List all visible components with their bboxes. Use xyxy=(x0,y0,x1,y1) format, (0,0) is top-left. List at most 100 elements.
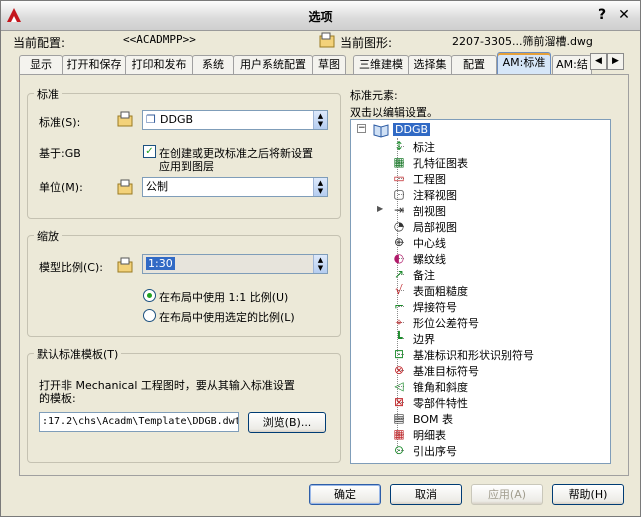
tree-item-label: 螺纹线 xyxy=(413,253,446,266)
scale-folder-icon xyxy=(117,257,133,273)
taper-slope-icon: ◁ xyxy=(394,379,404,393)
standard-elements-tree[interactable]: − DDGB ↕ 标注 ▦ 孔特征图表 ▭ 工程图 ▢ 注释视图 ▶ ⇥ 剖视图 ◔ 局部视图 ⊕ 中心线 ◐… xyxy=(350,119,611,464)
tab-display[interactable]: 显示 xyxy=(19,55,63,75)
cancel-button[interactable]: 取消 xyxy=(390,484,462,505)
tree-item-label: 引出序号 xyxy=(413,445,457,458)
help-icon[interactable]: ? xyxy=(594,7,610,23)
options-dialog: 选项 ? ✕ 当前配置: <<ACADMPP>> 当前图形: 2207-3305… xyxy=(0,0,641,517)
note-icon: ↗ xyxy=(393,267,405,281)
standard-select-value: DDGB xyxy=(160,113,194,126)
tree-item-label: 备注 xyxy=(413,269,435,282)
datum-target-icon: ⊗ xyxy=(393,363,405,377)
apply-to-layers-label-2: 应用到图层 xyxy=(159,160,214,173)
model-scale-spin[interactable]: ▲ ▼ xyxy=(313,255,327,273)
standard-select-spin[interactable]: ▲ ▼ xyxy=(313,111,327,129)
profile-label: 当前配置: xyxy=(13,36,66,50)
tree-item-label: 局部视图 xyxy=(413,221,457,234)
tab-drafting[interactable]: 草图 xyxy=(312,55,346,75)
tree-item-label: 孔特征图表 xyxy=(413,157,468,170)
bom-icon: ▤ xyxy=(393,411,405,425)
template-desc-1: 打开非 Mechanical 工程图时，要从其输入标准设置 xyxy=(39,379,295,392)
radio-layout-selected-label: 在布局中使用选定的比例(L) xyxy=(159,311,295,324)
tree-item-label: 零部件特性 xyxy=(413,397,468,410)
close-icon[interactable]: ✕ xyxy=(616,7,632,23)
tab-profiles[interactable]: 配置 xyxy=(451,55,497,75)
tab-am-standards[interactable]: AM:标准 xyxy=(497,52,551,75)
model-scale-select[interactable]: 1:30 ▲ ▼ xyxy=(142,254,328,274)
tree-root-label: DDGB xyxy=(393,123,431,136)
drawing-label: 当前图形: xyxy=(340,36,393,50)
tree-item-label: 焊接符号 xyxy=(413,301,457,314)
tree-item-label: 边界 xyxy=(413,333,435,346)
part-property-icon: ⊠ xyxy=(393,395,405,409)
collapse-icon[interactable]: − xyxy=(357,124,366,133)
tab-selection[interactable]: 选择集 xyxy=(408,55,452,75)
template-group: 默认标准模板(T) xyxy=(27,346,341,463)
drawing-value: 2207-3305...筛前溜槽.dwg xyxy=(452,35,593,48)
apply-button[interactable]: 应用(A) xyxy=(471,484,543,505)
radio-layout-1to1-label: 在布局中使用 1:1 比例(U) xyxy=(159,291,289,304)
parts-list-icon: ▦ xyxy=(393,427,405,441)
thread-icon: ◐ xyxy=(393,251,405,265)
dimension-icon: ↕ xyxy=(393,139,405,153)
border-icon: ┗ xyxy=(395,331,403,345)
tree-item-label: 表面粗糙度 xyxy=(413,285,468,298)
model-scale-label: 模型比例(C): xyxy=(39,261,103,274)
apply-to-layers-checkbox[interactable]: ✓ xyxy=(143,145,156,158)
profile-value: <<ACADMPP>> xyxy=(123,33,196,46)
title-bar[interactable]: 选项 ? ✕ xyxy=(1,1,640,31)
weld-symbol-icon: ⌐ xyxy=(393,299,405,313)
ok-button[interactable]: 确定 xyxy=(309,484,381,505)
radio-layout-selected[interactable] xyxy=(143,309,156,322)
model-scale-value: 1:30 xyxy=(146,257,175,270)
help-button[interactable]: 帮助(H) xyxy=(552,484,624,505)
tab-scroll-left-icon[interactable]: ◀ xyxy=(590,53,607,70)
tab-plot-publish[interactable]: 打印和发布 xyxy=(125,55,193,75)
radio-layout-1to1[interactable] xyxy=(143,289,156,302)
tree-item-label: BOM 表 xyxy=(413,413,453,426)
standards-book-icon xyxy=(373,124,389,138)
tab-3d-modeling[interactable]: 三维建模 xyxy=(353,55,409,75)
surface-texture-icon: √ xyxy=(395,283,403,297)
tree-item-label: 剖视图 xyxy=(413,205,446,218)
detail-view-icon: ◔ xyxy=(393,219,405,233)
tree-item-label: 基准目标符号 xyxy=(413,365,479,378)
tree-item-label: 基准标识和形状识别符号 xyxy=(413,349,534,362)
tree-item-label: 工程图 xyxy=(413,173,446,186)
standard-elements-label: 标准元素: xyxy=(350,89,398,102)
tab-open-save[interactable]: 打开和保存 xyxy=(62,55,126,75)
standard-group-title: 标准 xyxy=(34,86,62,102)
template-path-input[interactable]: :17.2\chs\Acadm\Template\DDGB.dwt xyxy=(39,412,239,432)
unit-folder-icon xyxy=(117,179,133,195)
hole-chart-icon: ▦ xyxy=(393,155,405,169)
tab-system[interactable]: 系统 xyxy=(192,55,234,75)
expand-icon[interactable]: ▶ xyxy=(377,204,383,213)
drawing-file-icon xyxy=(319,32,335,48)
tab-user-preferences[interactable]: 用户系统配置 xyxy=(233,55,313,75)
tab-scroll-right-icon[interactable]: ▶ xyxy=(607,53,624,70)
drawing-view-icon: ▭ xyxy=(393,171,405,185)
tree-item-label: 注释视图 xyxy=(413,189,457,202)
book-icon: ❒ xyxy=(146,113,156,126)
unit-select-value: 公制 xyxy=(146,180,168,193)
based-on-label: 基于:GB xyxy=(39,147,81,160)
tab-strip: 显示 打开和保存 打印和发布 系统 用户系统配置 草图 三维建模 选择集 配置 … xyxy=(19,52,629,75)
browse-button[interactable]: 浏览(B)... xyxy=(248,412,326,433)
template-group-title: 默认标准模板(T) xyxy=(34,346,122,362)
annotation-view-icon: ▢ xyxy=(393,187,405,201)
fcf-icon: ⌖ xyxy=(395,315,403,329)
datum-id-icon: ⊡ xyxy=(393,347,405,361)
standard-select[interactable]: ❒ DDGB ▲ ▼ xyxy=(142,110,328,130)
centerline-icon: ⊕ xyxy=(393,235,405,249)
tree-item-label: 锥角和斜度 xyxy=(413,381,468,394)
unit-label: 单位(M): xyxy=(39,181,83,194)
tree-item-label: 中心线 xyxy=(413,237,446,250)
unit-select-spin[interactable]: ▲ ▼ xyxy=(313,178,327,196)
tree-item-label: 形位公差符号 xyxy=(413,317,479,330)
window-title: 选项 xyxy=(308,10,333,24)
tab-am-structure[interactable]: AM:结 xyxy=(552,55,592,75)
tree-item-label: 标注 xyxy=(413,141,435,154)
template-desc-2: 的模板: xyxy=(39,392,76,405)
tree-item-label: 明细表 xyxy=(413,429,446,442)
unit-select[interactable]: 公制 ▲ ▼ xyxy=(142,177,328,197)
